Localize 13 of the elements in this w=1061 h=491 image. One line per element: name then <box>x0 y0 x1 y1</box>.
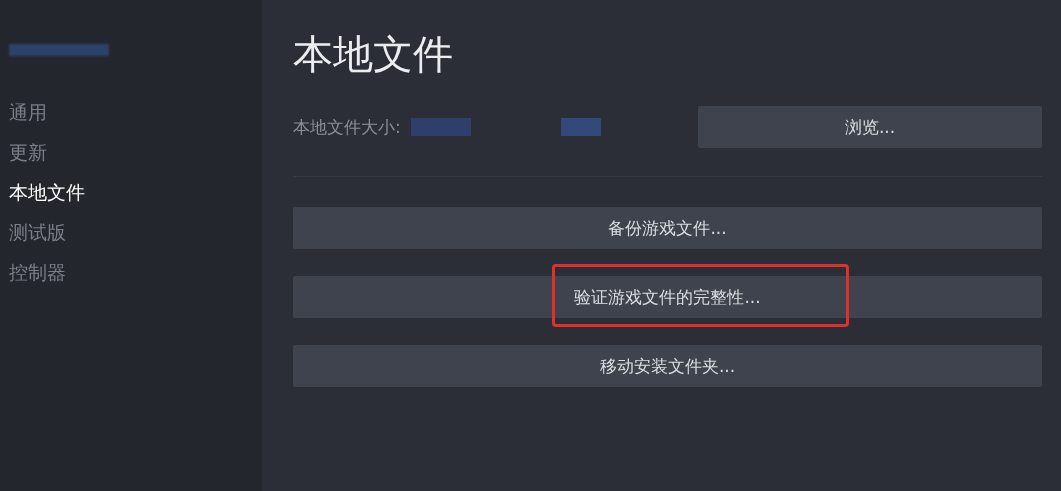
sidebar-item[interactable]: 更新 <box>9 132 262 172</box>
action-button[interactable]: 验证游戏文件的完整性... <box>293 276 1042 318</box>
sidebar-item[interactable]: 控制器 <box>9 252 262 292</box>
sidebar-item[interactable]: 本地文件 <box>9 172 262 212</box>
sidebar-item[interactable]: 测试版 <box>9 212 262 252</box>
sidebar-item[interactable]: 通用 <box>9 92 262 132</box>
page-title: 本地文件 <box>293 30 454 79</box>
action-button[interactable]: 备份游戏文件... <box>293 207 1042 249</box>
redacted-block <box>410 118 471 136</box>
redacted-block <box>560 118 601 136</box>
action-button[interactable]: 移动安装文件夹... <box>293 345 1042 387</box>
size-label: 本地文件大小: <box>293 115 401 139</box>
browse-button[interactable]: 浏览... <box>698 106 1042 148</box>
